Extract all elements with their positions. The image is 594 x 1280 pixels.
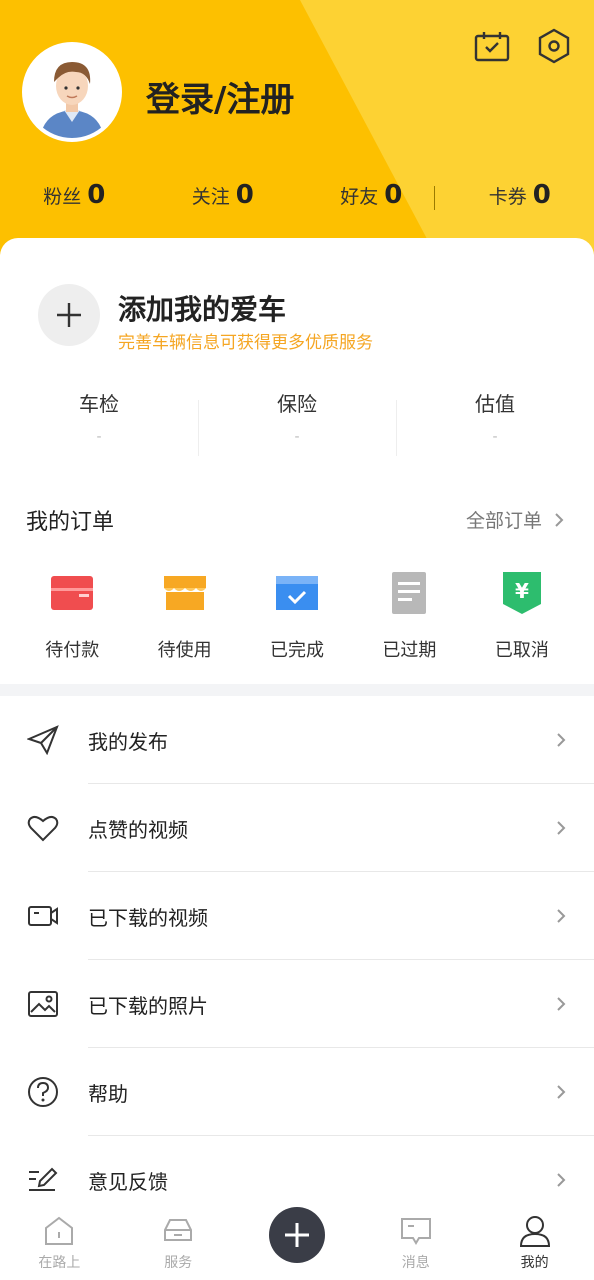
order-label: 待付款 [45, 640, 100, 661]
yen-shield-icon: ¥ [502, 572, 541, 614]
add-car-button[interactable] [38, 284, 100, 346]
chevron-right-icon [557, 1085, 566, 1099]
chevron-right-icon [557, 821, 566, 835]
plus-icon [57, 303, 81, 327]
menu-label: 已下载的视频 [88, 905, 208, 930]
plus-icon [284, 1223, 309, 1247]
stat-value: 0 [235, 180, 254, 210]
image-icon [26, 987, 60, 1021]
menu-help[interactable]: 帮助 [0, 1048, 594, 1136]
menu-label: 我的发布 [88, 729, 168, 754]
paper-plane-icon [26, 723, 60, 757]
order-label: 已取消 [494, 640, 549, 661]
stat-label: 好友 [340, 186, 379, 208]
publish-button[interactable] [268, 1207, 325, 1263]
menu-label: 帮助 [88, 1081, 128, 1106]
video-camera-icon [26, 899, 60, 933]
stat-value: 0 [532, 180, 551, 210]
menu-label: 点赞的视频 [88, 817, 188, 842]
stats-row: 粉丝 0 关注 0 好友 0 卡券 0 [0, 180, 594, 210]
stat-label: 粉丝 [43, 186, 82, 208]
tab-on-the-road[interactable]: 在路上 [0, 1196, 119, 1280]
avatar[interactable] [22, 42, 122, 142]
svg-text:¥: ¥ [515, 579, 529, 603]
pencil-feedback-icon [26, 1163, 60, 1197]
stat-value: 0 [87, 180, 106, 210]
section-divider [0, 684, 594, 696]
order-status-row: 待付款 待使用 已完成 已过期 ¥ 已取消 [16, 572, 578, 662]
content-card: 添加我的爱车 完善车辆信息可获得更多优质服务 车检 - 保险 - 估值 - 我的… [0, 238, 594, 1238]
all-orders-label: 全部订单 [465, 510, 542, 532]
chevron-right-icon [557, 1173, 566, 1187]
stat-friends[interactable]: 好友 0 [297, 180, 446, 210]
order-to-use[interactable]: 待使用 [128, 572, 240, 662]
tab-me[interactable]: 我的 [475, 1196, 594, 1280]
chevron-right-icon [557, 733, 566, 747]
chevron-right-icon [557, 997, 566, 1011]
stat-label: 卡券 [488, 186, 527, 208]
tab-label: 消息 [401, 1255, 430, 1271]
all-orders-link[interactable]: 全部订单 [466, 506, 564, 533]
stat-fans[interactable]: 粉丝 0 [0, 180, 149, 210]
order-expired[interactable]: 已过期 [353, 572, 465, 662]
menu-label: 已下载的照片 [88, 993, 208, 1018]
orders-title: 我的订单 [26, 510, 115, 535]
tab-messages[interactable]: 消息 [356, 1196, 475, 1280]
menu-liked-videos[interactable]: 点赞的视频 [0, 784, 594, 872]
tab-label: 我的 [520, 1255, 549, 1271]
calendar-check-icon[interactable] [474, 28, 510, 64]
tab-label: 服务 [164, 1255, 193, 1271]
add-car-title[interactable]: 添加我的爱车 [118, 288, 286, 328]
add-car-subtitle: 完善车辆信息可获得更多优质服务 [118, 333, 373, 353]
car-stat-insurance[interactable]: 保险 - [198, 388, 396, 456]
home-icon [45, 1216, 74, 1245]
bottom-tab-bar: 在路上 服务 消息 我的 [0, 1196, 594, 1280]
document-icon [392, 572, 427, 614]
stat-coupons[interactable]: 卡券 0 [446, 180, 594, 210]
car-stat-valuation[interactable]: 估值 - [396, 388, 594, 456]
top-actions [474, 28, 572, 64]
hexagon-settings-icon[interactable] [536, 28, 572, 64]
order-cancelled[interactable]: ¥ 已取消 [466, 572, 578, 662]
order-label: 待使用 [157, 640, 212, 661]
order-label: 已完成 [270, 640, 325, 661]
shop-icon [163, 576, 206, 610]
car-stat-label: 车检 [79, 392, 119, 416]
car-stat-value: - [294, 429, 300, 445]
help-circle-icon [26, 1075, 60, 1109]
chevron-right-icon [557, 909, 566, 923]
menu-downloaded-videos[interactable]: 已下载的视频 [0, 872, 594, 960]
stat-label: 关注 [191, 186, 230, 208]
car-stat-label: 保险 [277, 392, 317, 416]
car-stat-value: - [96, 429, 102, 445]
tab-services[interactable]: 服务 [119, 1196, 238, 1280]
order-completed[interactable]: 已完成 [241, 572, 353, 662]
login-register-link[interactable]: 登录/注册 [146, 72, 294, 121]
user-icon [519, 1216, 550, 1247]
wallet-icon [51, 576, 94, 610]
tab-label: 在路上 [38, 1255, 81, 1271]
chevron-right-icon [555, 512, 564, 527]
box-check-icon [276, 576, 319, 610]
menu-label: 意见反馈 [88, 1169, 168, 1194]
car-stat-inspection[interactable]: 车检 - [0, 388, 198, 445]
car-stats-row: 车检 - 保险 - 估值 - [0, 388, 594, 456]
menu-my-posts[interactable]: 我的发布 [0, 696, 594, 784]
settings-menu: 我的发布 点赞的视频 已下载的视频 已下载的照片 帮助 意见反馈 [0, 696, 594, 1224]
car-icon [164, 1219, 193, 1241]
menu-downloaded-photos[interactable]: 已下载的照片 [0, 960, 594, 1048]
tab-publish[interactable] [238, 1196, 357, 1280]
car-stat-value: - [492, 429, 498, 445]
car-stat-label: 估值 [475, 392, 515, 416]
heart-icon [26, 811, 60, 845]
message-icon [400, 1218, 431, 1245]
order-label: 已过期 [382, 640, 437, 661]
stat-value: 0 [384, 180, 403, 210]
stat-following[interactable]: 关注 0 [149, 180, 298, 210]
stats-divider [434, 186, 435, 210]
order-pending-payment[interactable]: 待付款 [16, 572, 128, 662]
